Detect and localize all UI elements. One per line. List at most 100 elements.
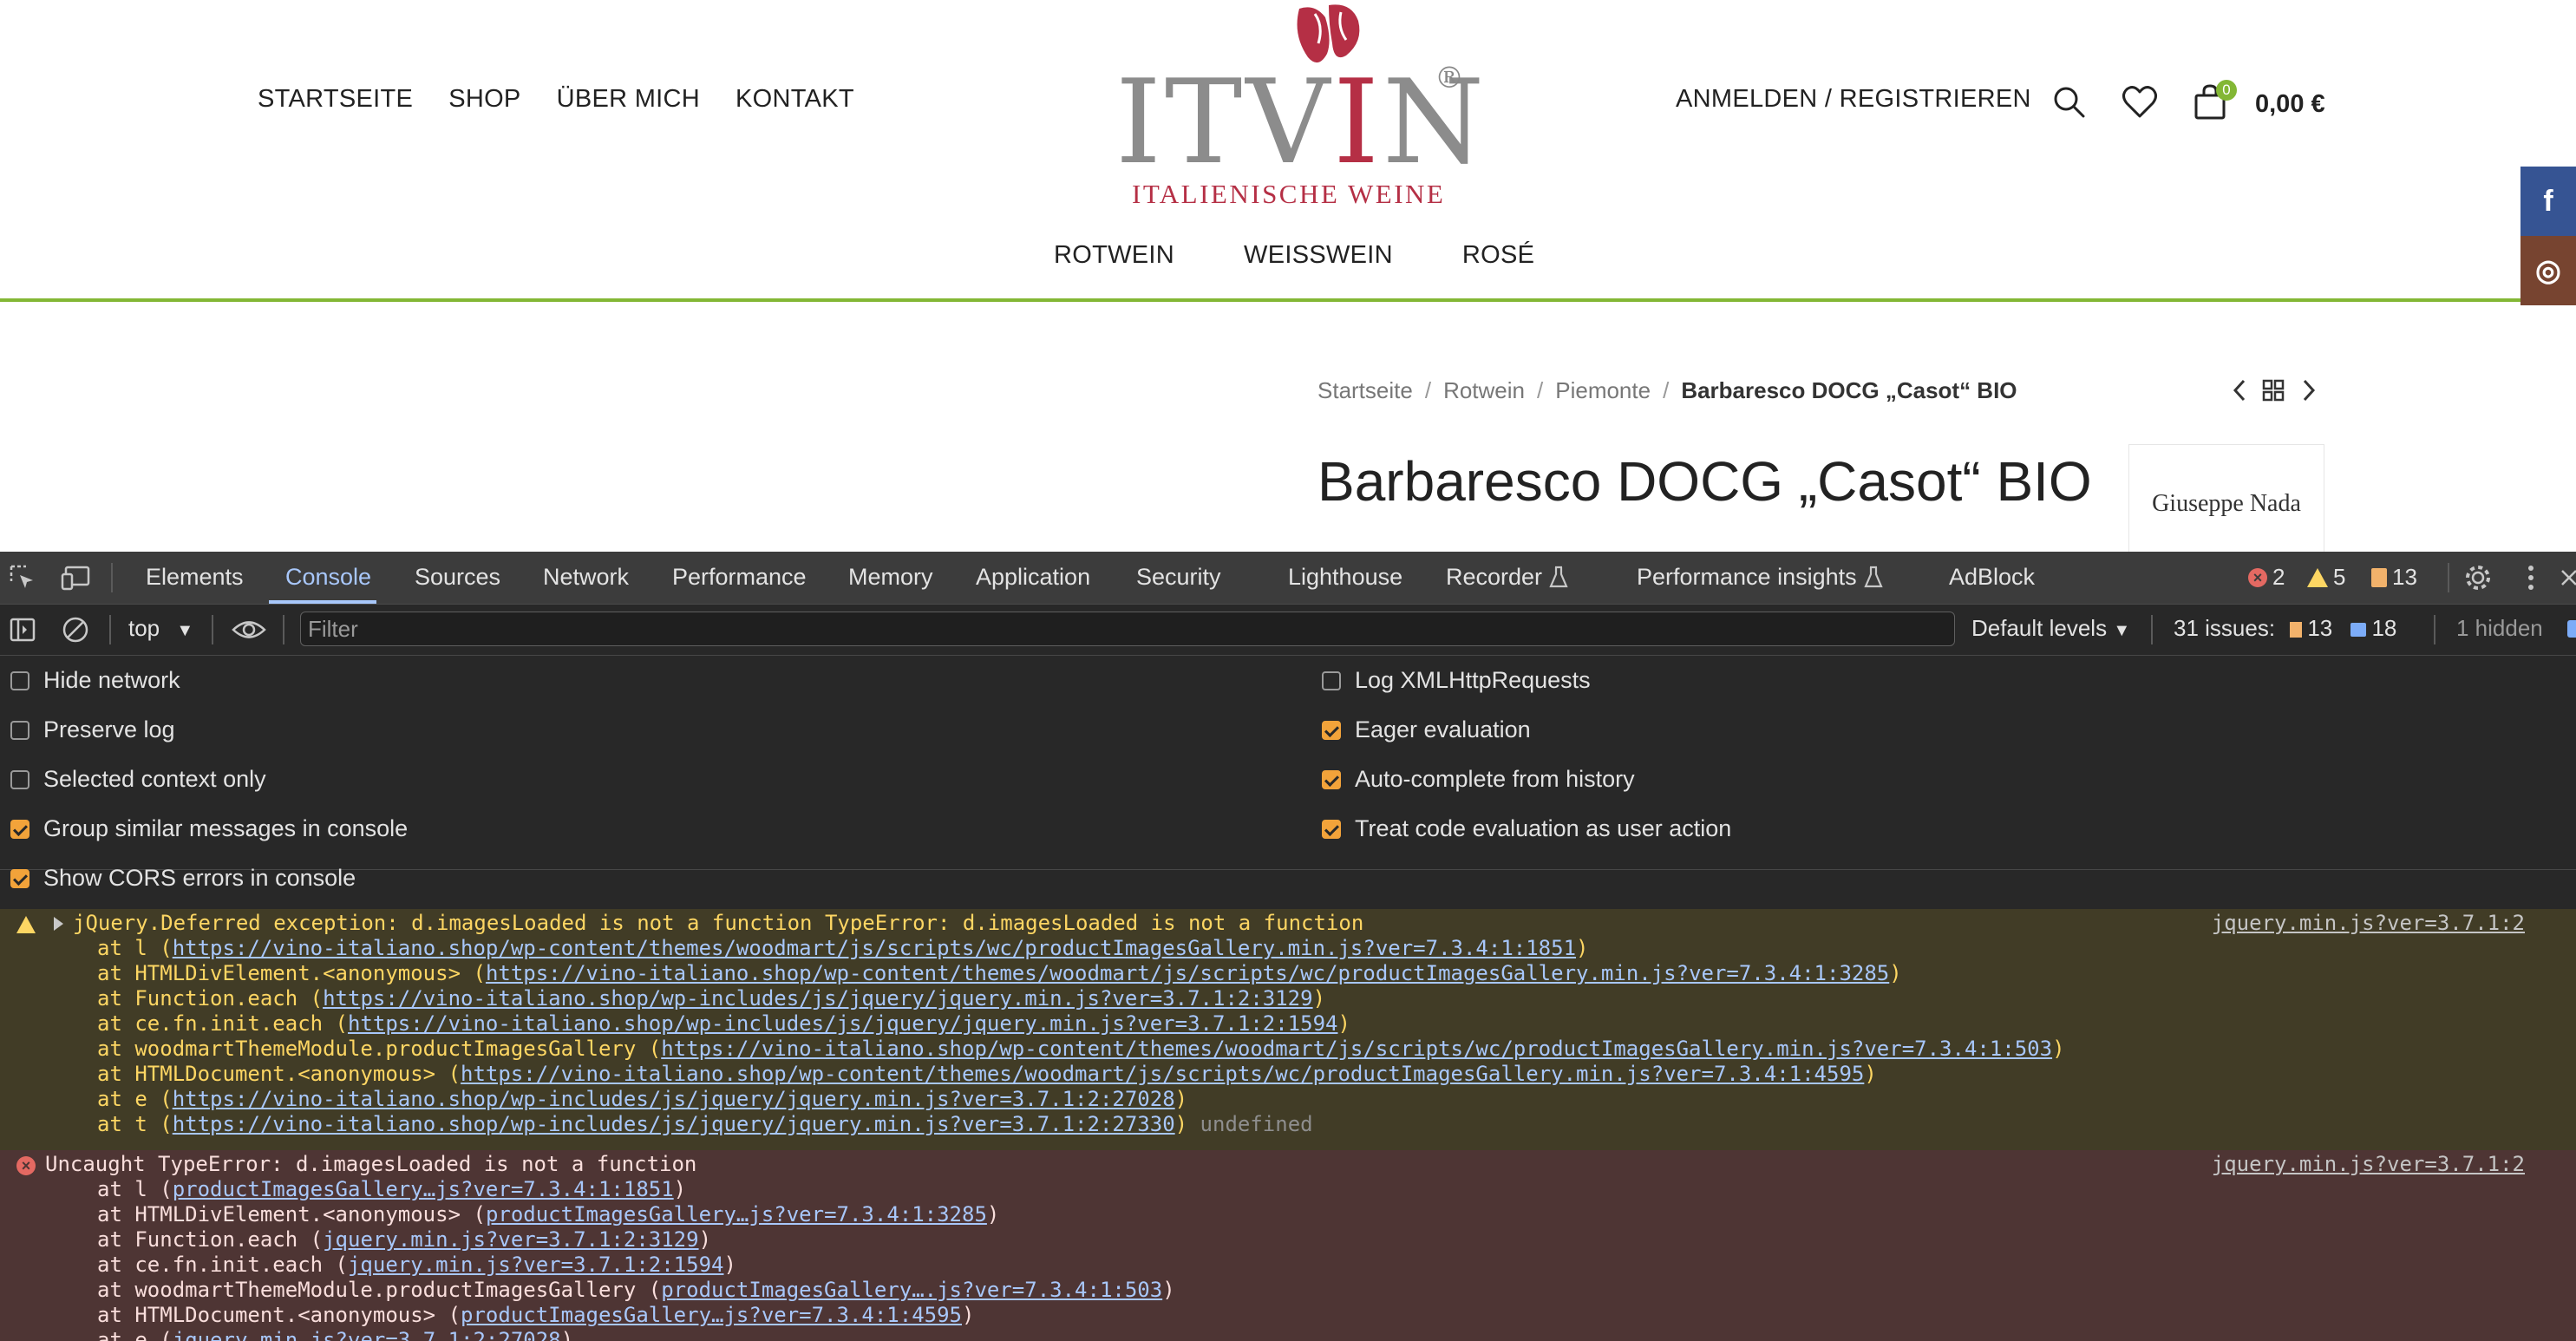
warning-head[interactable]: jQuery.Deferred exception: d.imagesLoade… bbox=[73, 911, 1363, 936]
issue-warning-icon bbox=[2290, 622, 2303, 638]
stack-frame-link[interactable]: jquery.min.js?ver=3.7.1:2:1594 bbox=[348, 1253, 723, 1277]
tab-sources[interactable]: Sources bbox=[415, 564, 500, 591]
tab-memory[interactable]: Memory bbox=[848, 564, 933, 591]
live-expression-eye-icon[interactable] bbox=[231, 617, 267, 643]
stack-frame-link[interactable]: https://vino-italiano.shop/wp-content/th… bbox=[461, 1062, 1864, 1086]
instagram-icon[interactable]: ◎ bbox=[2520, 236, 2576, 305]
hidden-count[interactable]: 1 hidden bbox=[2456, 615, 2543, 642]
tab-lighthouse[interactable]: Lighthouse bbox=[1288, 564, 1402, 591]
treat-code-eval-option[interactable]: Treat code evaluation as user action bbox=[1322, 815, 1731, 842]
group-similar-checkbox[interactable] bbox=[10, 819, 29, 839]
wishlist-heart-icon[interactable] bbox=[2122, 85, 2158, 120]
website-viewport: STARTSEITE SHOP ÜBER MICH KONTAKT ITVIN … bbox=[0, 0, 2576, 552]
nav-kontakt[interactable]: KONTAKT bbox=[736, 85, 854, 114]
context-label: top bbox=[128, 615, 160, 641]
toolbar-divider bbox=[109, 615, 111, 644]
expand-arrow-icon[interactable] bbox=[54, 917, 63, 931]
stack-frame-link[interactable]: https://vino-italiano.shop/wp-includes/j… bbox=[173, 1087, 1175, 1111]
flask-icon bbox=[1864, 566, 1883, 588]
autocomplete-history-option[interactable]: Auto-complete from history bbox=[1322, 766, 1635, 793]
tab-security[interactable]: Security bbox=[1136, 564, 1221, 591]
error-counter[interactable]: × 2 bbox=[2248, 564, 2285, 591]
issues-summary[interactable]: 31 issues: 13 18 bbox=[2174, 615, 2396, 642]
more-options-icon[interactable] bbox=[2522, 563, 2540, 592]
cart-total[interactable]: 0,00 € bbox=[2255, 90, 2325, 119]
tab-performance-insights-label: Performance insights bbox=[1637, 564, 1857, 590]
issue-counter[interactable]: 13 bbox=[2371, 564, 2417, 591]
show-cors-checkbox[interactable] bbox=[10, 868, 29, 888]
inspect-element-icon[interactable] bbox=[9, 564, 36, 592]
eager-evaluation-checkbox[interactable] bbox=[1322, 720, 1341, 740]
console-filter-input[interactable] bbox=[300, 612, 1955, 646]
console-warning-message: jQuery.Deferred exception: d.imagesLoade… bbox=[0, 909, 2576, 1151]
stack-frame-link[interactable]: https://vino-italiano.shop/wp-content/th… bbox=[661, 1037, 2052, 1061]
clear-console-icon[interactable] bbox=[61, 615, 90, 644]
hide-network-option[interactable]: Hide network bbox=[10, 667, 180, 694]
error-source-link[interactable]: jquery.min.js?ver=3.7.1:2 bbox=[2212, 1152, 2525, 1177]
nav-rose[interactable]: ROSÉ bbox=[1462, 241, 1534, 270]
selected-context-checkbox[interactable] bbox=[10, 769, 29, 789]
hide-network-checkbox[interactable] bbox=[10, 670, 29, 690]
dropdown-arrow-icon: ▼ bbox=[2113, 621, 2131, 640]
stack-frame-link[interactable]: jquery.min.js?ver=3.7.1:2:27028 bbox=[173, 1328, 561, 1341]
show-cors-option[interactable]: Show CORS errors in console bbox=[10, 865, 356, 892]
site-logo[interactable]: ITVIN ® ITALIENISCHE WEINE bbox=[1110, 0, 1484, 217]
breadcrumb-rotwein[interactable]: Rotwein bbox=[1443, 377, 1525, 403]
tab-performance[interactable]: Performance bbox=[672, 564, 807, 591]
nav-shop[interactable]: SHOP bbox=[448, 85, 520, 114]
breadcrumb-piemonte[interactable]: Piemonte bbox=[1555, 377, 1651, 403]
sidebar-toggle-icon[interactable] bbox=[9, 617, 36, 643]
stack-frame-link[interactable]: productImagesGallery…js?ver=7.3.4:1:4595 bbox=[461, 1303, 962, 1327]
tab-elements[interactable]: Elements bbox=[146, 564, 244, 591]
device-toolbar-icon[interactable] bbox=[61, 564, 92, 592]
selected-context-option[interactable]: Selected context only bbox=[10, 766, 266, 793]
tab-network[interactable]: Network bbox=[543, 564, 629, 591]
stack-frame-link[interactable]: https://vino-italiano.shop/wp-content/th… bbox=[486, 961, 1889, 985]
tab-recorder[interactable]: Recorder bbox=[1446, 564, 1542, 591]
close-icon[interactable] bbox=[2559, 565, 2576, 591]
tab-adblock[interactable]: AdBlock bbox=[1949, 564, 2035, 591]
warning-counter[interactable]: 5 bbox=[2307, 564, 2345, 591]
chevron-right-icon[interactable] bbox=[2299, 378, 2318, 402]
stack-frame-link[interactable]: productImagesGallery….js?ver=7.3.4:1:503 bbox=[661, 1278, 1162, 1302]
log-levels-dropdown[interactable]: Default levels ▼ bbox=[1971, 615, 2130, 642]
grid-icon[interactable] bbox=[2262, 379, 2285, 402]
log-xhr-option[interactable]: Log XMLHttpRequests bbox=[1322, 667, 1591, 694]
stack-frame-link[interactable]: https://vino-italiano.shop/wp-content/th… bbox=[173, 936, 1576, 960]
login-link[interactable]: ANMELDEN / REGISTRIEREN bbox=[1676, 85, 2031, 114]
preserve-log-option[interactable]: Preserve log bbox=[10, 716, 175, 743]
settings-gear-icon[interactable] bbox=[2463, 563, 2493, 592]
nav-ueber-mich[interactable]: ÜBER MICH bbox=[557, 85, 700, 114]
log-xhr-checkbox[interactable] bbox=[1322, 670, 1341, 690]
warning-source-link[interactable]: jquery.min.js?ver=3.7.1:2 bbox=[2212, 911, 2525, 936]
treat-code-eval-checkbox[interactable] bbox=[1322, 819, 1341, 839]
nav-weisswein[interactable]: WEISSWEIN bbox=[1244, 241, 1393, 270]
stack-frame: at ce.fn.init.each (https://vino-italian… bbox=[97, 1011, 1350, 1036]
nav-rotwein[interactable]: ROTWEIN bbox=[1054, 241, 1174, 270]
tab-console[interactable]: Console bbox=[285, 564, 371, 591]
stack-frame-link[interactable]: https://vino-italiano.shop/wp-includes/j… bbox=[348, 1011, 1338, 1036]
breadcrumb-current: Barbaresco DOCG „Casot“ BIO bbox=[1681, 377, 2017, 403]
stack-frame-link[interactable]: productImagesGallery…js?ver=7.3.4:1:1851 bbox=[173, 1177, 674, 1201]
producer-card[interactable]: Giuseppe Nada bbox=[2128, 444, 2324, 552]
stack-frame-link[interactable]: https://vino-italiano.shop/wp-includes/j… bbox=[173, 1112, 1175, 1136]
context-selector[interactable]: top ▼ bbox=[128, 615, 193, 642]
stack-frame-link[interactable]: https://vino-italiano.shop/wp-includes/j… bbox=[323, 986, 1313, 1011]
stack-frame-link[interactable]: jquery.min.js?ver=3.7.1:2:3129 bbox=[323, 1227, 698, 1252]
stack-frame: at woodmartThemeModule.productImagesGall… bbox=[97, 1278, 1175, 1302]
category-nav: ROTWEIN WEISSWEIN ROSÉ bbox=[1054, 241, 1534, 270]
eager-evaluation-option[interactable]: Eager evaluation bbox=[1322, 716, 1531, 743]
breadcrumb-startseite[interactable]: Startseite bbox=[1317, 377, 1413, 403]
nav-startseite[interactable]: STARTSEITE bbox=[258, 85, 413, 114]
preserve-log-checkbox[interactable] bbox=[10, 720, 29, 740]
devtools-tabbar: Elements Console Sources Network Perform… bbox=[0, 552, 2576, 605]
search-icon[interactable] bbox=[2052, 85, 2087, 120]
tab-application[interactable]: Application bbox=[976, 564, 1090, 591]
tab-performance-insights[interactable]: Performance insights bbox=[1637, 564, 1857, 591]
autocomplete-history-checkbox[interactable] bbox=[1322, 769, 1341, 789]
stack-frame-link[interactable]: productImagesGallery…js?ver=7.3.4:1:3285 bbox=[486, 1202, 987, 1227]
facebook-icon[interactable]: f bbox=[2520, 167, 2576, 236]
group-similar-option[interactable]: Group similar messages in console bbox=[10, 815, 408, 842]
stack-frame: at Function.each (jquery.min.js?ver=3.7.… bbox=[97, 1227, 712, 1252]
chevron-left-icon[interactable] bbox=[2230, 378, 2249, 402]
